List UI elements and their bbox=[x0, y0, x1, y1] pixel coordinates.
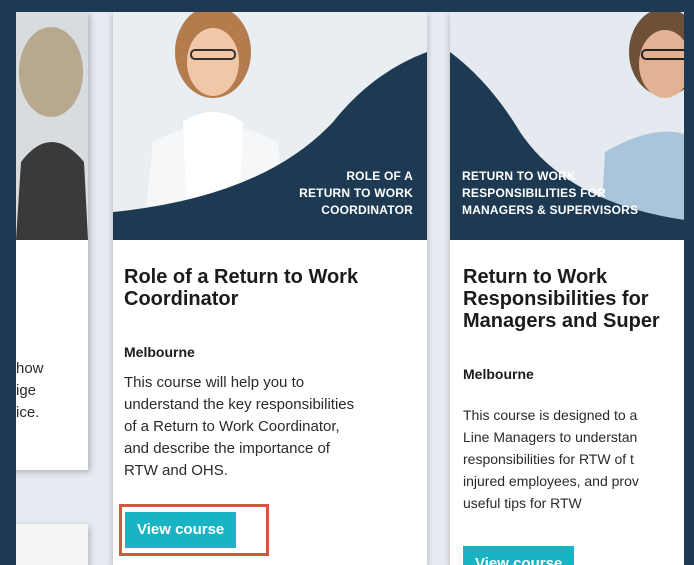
course-carousel: how ige ice. ROLE OF A RETURN TO WORK CO… bbox=[16, 12, 684, 565]
course-description: This course is designed to a Line Manage… bbox=[463, 407, 639, 511]
course-banner-image: RETURN TO WORK RESPONSIBILITIES FOR MANA… bbox=[450, 12, 684, 240]
view-course-button[interactable]: View course bbox=[125, 512, 237, 548]
course-location: Melbourne bbox=[463, 366, 534, 382]
course-banner-image bbox=[16, 12, 88, 240]
banner-caption: ROLE OF A RETURN TO WORK COORDINATOR bbox=[299, 169, 413, 217]
course-title[interactable]: Return to Work Responsibilities for Mana… bbox=[463, 266, 660, 332]
course-description: This course will help you to understand … bbox=[124, 374, 355, 479]
course-title[interactable]: Role of a Return to Work Coordinator bbox=[124, 266, 358, 310]
course-card-rtw-managers[interactable]: RETURN TO WORK RESPONSIBILITIES FOR MANA… bbox=[450, 12, 684, 565]
course-description-partial: how ige ice. bbox=[16, 360, 44, 421]
course-card-rtw-coordinator[interactable]: ROLE OF A RETURN TO WORK COORDINATOR Rol… bbox=[113, 12, 427, 565]
view-course-button[interactable]: View course bbox=[463, 546, 575, 565]
course-card-partial-left[interactable]: how ige ice. bbox=[16, 12, 88, 470]
course-location: Melbourne bbox=[124, 344, 195, 360]
banner-caption: RETURN TO WORK RESPONSIBILITIES FOR MANA… bbox=[462, 169, 639, 217]
course-card-partial-left-lower bbox=[16, 524, 88, 565]
course-banner-image: ROLE OF A RETURN TO WORK COORDINATOR bbox=[113, 12, 427, 240]
